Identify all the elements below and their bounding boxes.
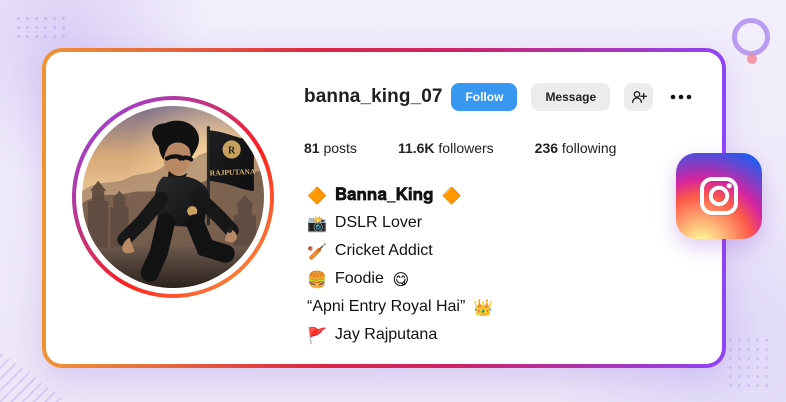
cricket-icon: 🏏 <box>307 241 327 261</box>
username: banna_king_07 <box>304 86 443 107</box>
crown-icon: 👑 <box>473 297 494 317</box>
followers-stat[interactable]: 11.6K followers <box>398 140 494 156</box>
profile-card: R RAJPUTANA banna_king_07 Follow Message… <box>46 52 722 364</box>
avatar-ring[interactable]: R RAJPUTANA <box>72 96 274 298</box>
decorative-ring-top-right <box>732 18 770 56</box>
followers-count: 11.6K <box>397 140 435 156</box>
bio-line-4: “Apni Entry Royal Hai” <box>307 298 466 315</box>
bio-line-2: Cricket Addict <box>334 242 433 259</box>
instagram-badge <box>676 153 762 239</box>
bio-display-name-line: 🔶 𝐁𝐚𝐧𝐧𝐚_𝐊𝐢𝐧𝐠 🔶 <box>307 181 607 209</box>
bio: 🔶 𝐁𝐚𝐧𝐧𝐚_𝐊𝐢𝐧𝐠 🔶 📸 DSLR Lover 🏏 Cricket Ad… <box>307 181 607 349</box>
bio-display-name: 𝐁𝐚𝐧𝐧𝐚_𝐊𝐢𝐧𝐠 <box>334 185 434 204</box>
decorative-dots-bottom-right <box>726 336 774 392</box>
add-user-button[interactable] <box>624 83 654 111</box>
camera-icon: 📸 <box>307 213 327 233</box>
diamond-left-icon: 🔶 <box>307 185 327 205</box>
posts-count: 81 <box>304 140 320 156</box>
yum-emoji-icon: 😋 <box>392 269 410 289</box>
add-user-icon <box>631 91 647 103</box>
bio-line-flag: 🚩 Jay Rajputana <box>307 321 607 349</box>
posts-label: posts <box>323 140 357 156</box>
bio-line-food: 🍔 Foodie 😋 <box>307 265 607 293</box>
bio-line-1: DSLR Lover <box>334 214 423 231</box>
bio-line-quote: “Apni Entry Royal Hai” 👑 <box>307 293 607 321</box>
message-button[interactable]: Message <box>531 83 611 111</box>
profile-stats: 81 posts 11.6K followers 236 following <box>304 140 616 156</box>
diamond-right-icon: 🔶 <box>441 185 462 205</box>
avatar-flag-text: RAJPUTANA <box>210 167 257 178</box>
following-label: following <box>561 140 617 156</box>
more-options-icon <box>670 94 691 100</box>
avatar-frame: R RAJPUTANA <box>76 100 270 294</box>
more-options-button[interactable] <box>667 83 694 111</box>
instagram-logo-icon <box>700 177 738 215</box>
profile-preview-canvas: R RAJPUTANA banna_king_07 Follow Message… <box>0 0 786 402</box>
followers-label: followers <box>438 140 494 156</box>
burger-icon: 🍔 <box>307 269 327 289</box>
posts-stat: 81 posts <box>304 140 357 156</box>
following-stat[interactable]: 236 following <box>535 140 617 156</box>
decorative-dot-top-right <box>747 54 757 64</box>
profile-header-row: banna_king_07 Follow Message <box>304 83 694 111</box>
follow-button[interactable]: Follow <box>451 83 518 111</box>
profile-card-border: R RAJPUTANA banna_king_07 Follow Message… <box>42 48 726 368</box>
flag-icon: 🚩 <box>307 325 327 345</box>
bio-line-3: Foodie <box>334 270 384 287</box>
following-count: 236 <box>534 140 559 156</box>
bio-line-camera: 📸 DSLR Lover <box>307 209 607 237</box>
avatar-flag-crest: R <box>228 146 236 157</box>
bio-line-5: Jay Rajputana <box>334 326 438 343</box>
decorative-dots-top-left <box>14 14 70 42</box>
avatar[interactable]: R RAJPUTANA <box>82 106 264 288</box>
bio-line-cricket: 🏏 Cricket Addict <box>307 237 607 265</box>
